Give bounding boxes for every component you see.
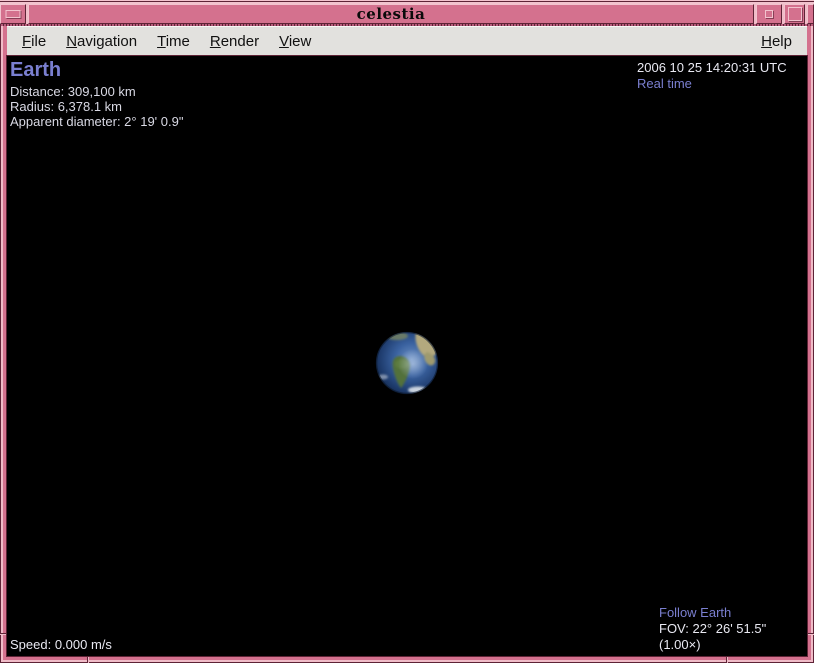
resize-handle-topright[interactable] — [807, 4, 814, 24]
menu-help[interactable]: Help — [751, 30, 802, 53]
fov-readout: FOV: 22° 26' 51.5" (1.00×) — [659, 621, 807, 653]
selection-radius: Radius: 6,378.1 km — [10, 99, 183, 114]
selection-apparent-diameter: Apparent diameter: 2° 19' 0.9" — [10, 114, 183, 129]
menu-time[interactable]: Time — [147, 30, 200, 53]
earth-globe[interactable] — [367, 324, 447, 404]
datetime-utc: 2006 10 25 14:20:31 UTC — [637, 60, 787, 76]
menu-view[interactable]: View — [269, 30, 321, 53]
title-bar-drag-area[interactable]: celestia — [28, 4, 754, 24]
menu-navigation[interactable]: Navigation — [56, 30, 147, 53]
selection-info: Earth Distance: 309,100 km Radius: 6,378… — [10, 59, 183, 129]
maximize-square-icon — [788, 7, 802, 21]
menu-render[interactable]: Render — [200, 30, 269, 53]
window-menu-dash-icon[interactable] — [6, 10, 21, 18]
selection-name: Earth — [10, 59, 183, 82]
follow-mode: Follow Earth — [659, 605, 807, 621]
selection-distance: Distance: 309,100 km — [10, 84, 183, 99]
specular-highlight — [398, 349, 428, 379]
iconify-square-icon — [765, 10, 773, 18]
menu-file[interactable]: File — [12, 30, 56, 53]
title-bar[interactable]: celestia — [0, 0, 814, 24]
time-info: 2006 10 25 14:20:31 UTC Real time — [637, 60, 787, 92]
resize-handle-left-corner[interactable] — [0, 633, 7, 634]
celestia-window: celestia File Navigation Time Render Vie… — [0, 0, 814, 663]
resize-handle-bottomright[interactable] — [726, 656, 727, 663]
resize-handle-bottomleft[interactable] — [87, 656, 88, 663]
space-viewport[interactable]: Earth Distance: 309,100 km Radius: 6,378… — [7, 56, 807, 656]
flight-status: Follow Earth FOV: 22° 26' 51.5" (1.00×) — [659, 605, 807, 653]
iconify-button[interactable] — [756, 4, 782, 24]
window-title: celestia — [357, 5, 426, 23]
speed-readout: Speed: 0.000 m/s — [10, 637, 112, 652]
maximize-button[interactable] — [784, 4, 805, 24]
time-mode: Real time — [637, 76, 787, 92]
resize-handle-right-corner[interactable] — [807, 633, 814, 634]
resize-handle-topleft[interactable] — [0, 4, 26, 24]
menu-bar: File Navigation Time Render View Help — [7, 26, 807, 56]
